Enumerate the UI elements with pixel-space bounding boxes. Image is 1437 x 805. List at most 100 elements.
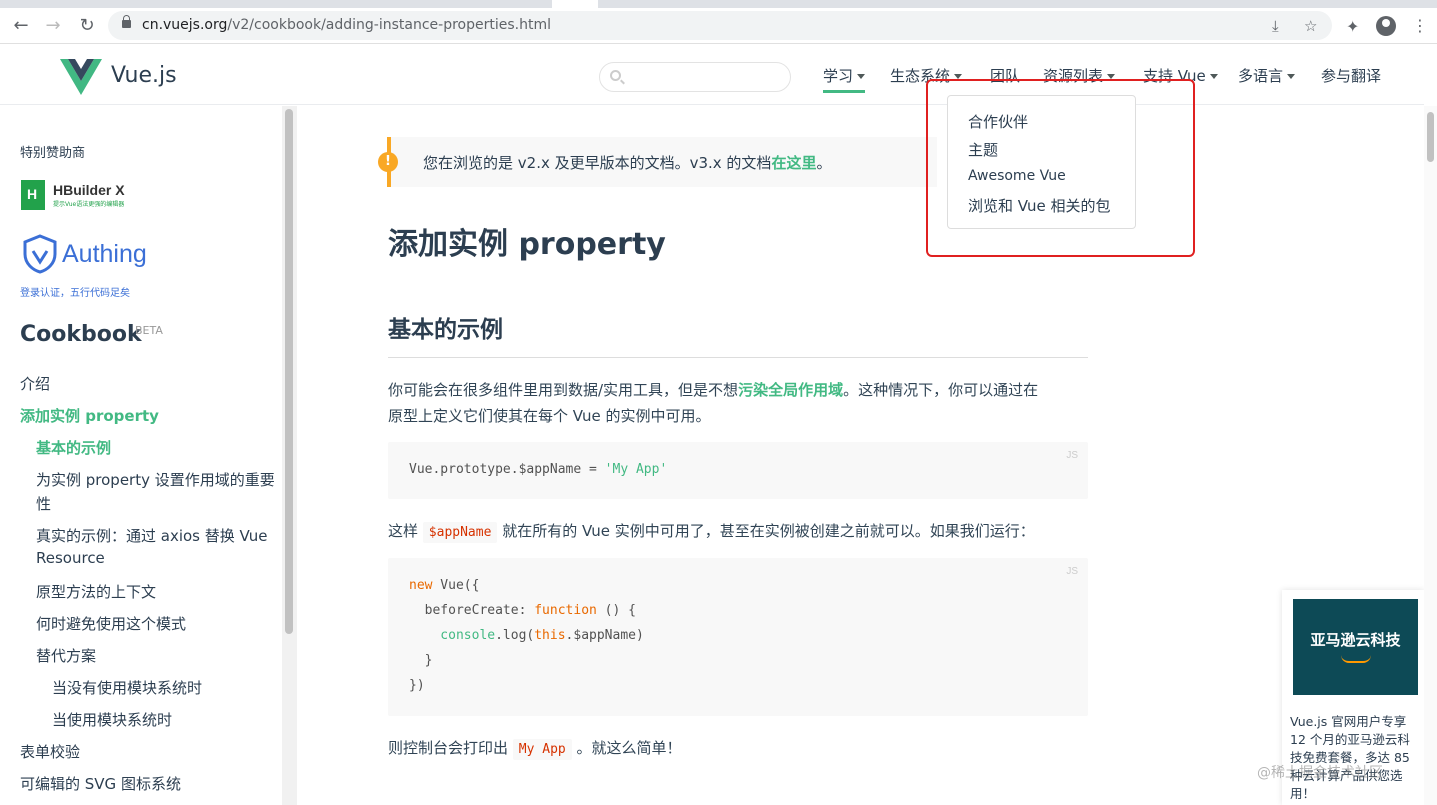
warning-icon: ! <box>378 152 398 172</box>
p1-link[interactable]: 污染全局作用域 <box>738 381 843 399</box>
url-text: cn.vuejs.org/v2/cookbook/adding-instance… <box>142 17 551 33</box>
hbuilder-name[interactable]: HBuilder X <box>53 182 125 198</box>
sidebar-item-no-module-system[interactable]: 当没有使用模块系统时 <box>52 677 202 698</box>
sidebar-item-form-validation[interactable]: 表单校验 <box>20 741 80 762</box>
code-block-1: JS Vue.prototype.$appName = 'My App' <box>388 442 1088 499</box>
code-line: console.log(this.$appName) <box>409 628 644 643</box>
code-text: }) <box>409 678 425 693</box>
nav-learn-label: 学习 <box>823 67 854 85</box>
code-text: } <box>409 653 433 668</box>
vue-logo-icon[interactable] <box>60 59 102 95</box>
tip-text-end: 。 <box>816 154 832 172</box>
code-text: Vue.prototype.$appName = <box>409 462 605 477</box>
inline-code-myapp: My App <box>512 739 572 760</box>
bookmark-star-icon[interactable]: ☆ <box>1304 17 1317 35</box>
reload-icon[interactable]: ↻ <box>76 15 98 37</box>
code-lang-label: JS <box>1066 450 1078 461</box>
code-line: new Vue({ <box>409 578 479 593</box>
code-text: beforeCreate: <box>409 603 535 618</box>
section-divider <box>388 357 1088 358</box>
brand-name[interactable]: Vue.js <box>111 63 177 88</box>
amazon-smile-icon <box>1341 655 1371 663</box>
nav-languages-label: 多语言 <box>1238 67 1284 85</box>
paragraph-2: 这样 $appName 就在所有的 Vue 实例中可用了，甚至在实例被创建之前就… <box>388 518 1035 546</box>
red-highlight-box <box>926 79 1195 257</box>
version-tip: ! 您在浏览的是 v2.x 及更早版本的文档。v3.x 的文档在这里。 <box>378 137 937 187</box>
beta-badge: BETA <box>135 324 163 337</box>
search-input[interactable] <box>628 67 778 87</box>
tip-link[interactable]: 在这里 <box>771 154 816 172</box>
ad-image[interactable]: 亚马逊云科技 <box>1293 599 1418 695</box>
sidebar-item-adding-instance-properties[interactable]: 添加实例 property <box>20 405 159 426</box>
profile-avatar-icon[interactable] <box>1376 16 1396 36</box>
sidebar-item-intro[interactable]: 介绍 <box>20 373 50 394</box>
watermark: @稀土掘金技术社区 <box>1257 765 1383 781</box>
search-box[interactable] <box>599 62 791 92</box>
code-line: Vue.prototype.$appName = 'My App' <box>409 462 667 477</box>
code-text: .log( <box>495 628 535 643</box>
ad-image-text: 亚马逊云科技 <box>1310 631 1401 649</box>
p2-text-a: 这样 <box>388 522 419 540</box>
browser-tab-strip <box>0 0 1437 8</box>
chevron-down-icon <box>1209 74 1218 79</box>
sidebar-item-real-world-example[interactable]: 真实的示例：通过 axios 替换 Vue <box>36 525 268 546</box>
nav-learn[interactable]: 学习 <box>823 65 866 93</box>
url-path: /v2/cookbook/adding-instance-properties.… <box>227 17 551 33</box>
nav-translate[interactable]: 参与翻译 <box>1321 65 1381 86</box>
page-title: 添加实例 property <box>388 227 666 262</box>
sidebar-item-base-example[interactable]: 基本的示例 <box>36 437 111 458</box>
code-line: beforeCreate: function () { <box>409 603 636 618</box>
code-line: } <box>409 653 433 668</box>
sidebar-item-scoping[interactable]: 为实例 property 设置作用域的重要 <box>36 469 275 490</box>
url-domain: cn.vuejs.org <box>142 17 228 33</box>
sidebar-scrollbar[interactable] <box>282 106 297 805</box>
code-block-2: JS new Vue({ beforeCreate: function () {… <box>388 558 1088 716</box>
p3-text-a: 则控制台会打印出 <box>388 739 509 757</box>
main-content: ! 您在浏览的是 v2.x 及更早版本的文档。v3.x 的文档在这里。 添加实例… <box>297 106 1424 805</box>
sidebar: 特别赞助商 HBuilder X 提示Vue语法更强的编辑器 Authing 登… <box>0 106 282 805</box>
section-heading: 基本的示例 <box>388 317 503 343</box>
page-scrollbar-thumb[interactable] <box>1427 112 1434 162</box>
inline-code-appname: $appName <box>422 522 498 543</box>
address-bar[interactable]: cn.vuejs.org/v2/cookbook/adding-instance… <box>108 11 1332 40</box>
browser-toolbar: ← → ↻ cn.vuejs.org/v2/cookbook/adding-in… <box>0 8 1437 44</box>
tip-text-main: 您在浏览的是 v2.x 及更早版本的文档。v3.x 的文档 <box>423 154 772 172</box>
forward-arrow-icon[interactable]: → <box>42 15 64 37</box>
site-header: Vue.js 学习 生态系统 团队 资源列表 支持 Vue 多语言 参与翻译 <box>0 45 1424 105</box>
p1-text-c: 原型上定义它们使其在每个 Vue 的实例中可用。 <box>388 407 711 425</box>
code-lang-label: JS <box>1066 566 1078 577</box>
authing-name[interactable]: Authing <box>62 240 147 269</box>
sidebar-item-real-world-example-cont[interactable]: Resource <box>36 549 105 567</box>
nav-languages[interactable]: 多语言 <box>1238 65 1296 86</box>
sidebar-item-context[interactable]: 原型方法的上下文 <box>36 581 156 602</box>
p1-text-a: 你可能会在很多组件里用到数据/实用工具，但是不想 <box>388 381 739 399</box>
sidebar-section-title: Cookbook <box>20 322 142 347</box>
page-scrollbar[interactable] <box>1424 106 1437 805</box>
code-text: Vue({ <box>432 578 480 593</box>
ad-text[interactable]: Vue.js 官网用户专享 12 个月的亚马逊云科技免费套餐，多达 85 种云计… <box>1290 713 1422 803</box>
sidebar-item-scoping-cont[interactable]: 性 <box>36 493 51 514</box>
install-icon[interactable]: ⤓ <box>1272 17 1279 35</box>
browser-menu-icon[interactable]: ⋮ <box>1412 16 1428 35</box>
p1-text-b: 。这种情况下，你可以通过在 <box>843 381 1039 399</box>
code-line: }) <box>409 678 425 693</box>
nav-translate-label: 参与翻译 <box>1321 67 1382 85</box>
sponsor-label: 特别赞助商 <box>20 146 86 161</box>
code-text: .$appName) <box>565 628 644 643</box>
sidebar-scrollbar-thumb[interactable] <box>285 109 293 634</box>
back-arrow-icon[interactable]: ← <box>10 15 32 37</box>
code-keyword: this <box>534 628 566 643</box>
tip-text: 您在浏览的是 v2.x 及更早版本的文档。v3.x 的文档在这里。 <box>423 152 831 173</box>
paragraph-3: 则控制台会打印出 My App 。就这么简单！ <box>388 735 682 763</box>
authing-shield-icon[interactable] <box>22 234 58 274</box>
sidebar-item-when-to-avoid[interactable]: 何时避免使用这个模式 <box>36 613 186 634</box>
sidebar-item-svg-icons[interactable]: 可编辑的 SVG 图标系统 <box>20 773 181 794</box>
active-tab[interactable] <box>552 0 598 8</box>
chevron-down-icon <box>857 74 866 79</box>
sidebar-item-alternatives[interactable]: 替代方案 <box>36 645 96 666</box>
extensions-puzzle-icon[interactable]: ✦ <box>1346 17 1359 36</box>
sidebar-item-module-system[interactable]: 当使用模块系统时 <box>52 709 172 730</box>
lock-icon <box>122 15 131 28</box>
hbuilder-logo-icon[interactable] <box>21 180 45 210</box>
hbuilder-tagline: 提示Vue语法更强的编辑器 <box>53 201 125 208</box>
